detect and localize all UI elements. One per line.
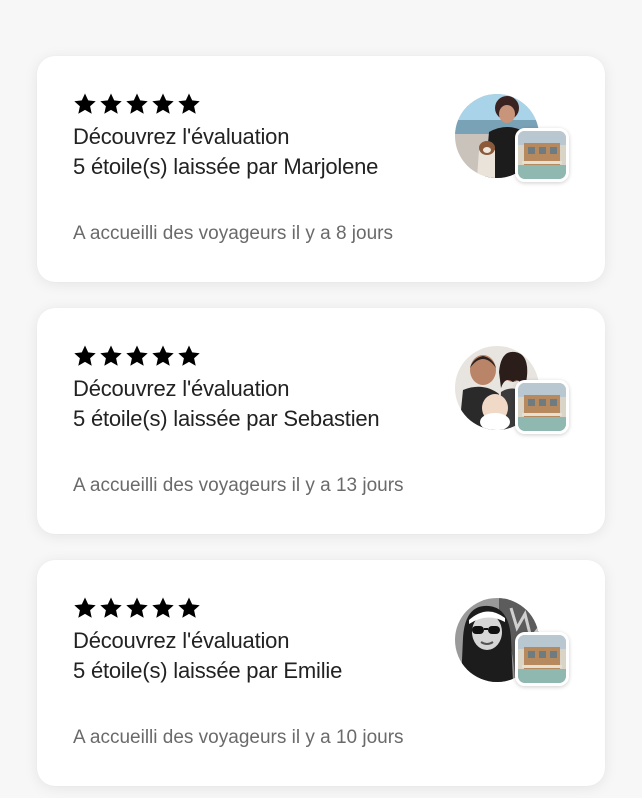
review-title: Découvrez l'évaluation 5 étoile(s) laiss… <box>73 626 433 686</box>
star-icon <box>74 345 96 366</box>
star-icon <box>126 597 148 618</box>
review-title-line1: Découvrez l'évaluation <box>73 124 290 149</box>
hosted-time-text: A accueilli des voyageurs il y a 10 jour… <box>73 727 404 748</box>
review-title: Découvrez l'évaluation 5 étoile(s) laiss… <box>73 374 433 434</box>
review-card[interactable]: Découvrez l'évaluation 5 étoile(s) laiss… <box>37 560 605 786</box>
review-title-line2: 5 étoile(s) laissée par Emilie <box>73 658 343 683</box>
review-title: Découvrez l'évaluation 5 étoile(s) laiss… <box>73 122 433 182</box>
review-thumbnails <box>455 346 571 436</box>
listing-thumbnail <box>515 128 569 182</box>
listing-thumbnail-icon <box>518 131 566 179</box>
star-icon <box>178 597 200 618</box>
star-icon <box>100 345 122 366</box>
listing-thumbnail <box>515 632 569 686</box>
review-thumbnails <box>455 94 571 184</box>
review-title-line2: 5 étoile(s) laissée par Marjolene <box>73 154 379 179</box>
listing-thumbnail-icon <box>518 635 566 683</box>
review-card[interactable]: Découvrez l'évaluation 5 étoile(s) laiss… <box>37 308 605 534</box>
star-rating <box>73 92 201 116</box>
star-icon <box>178 93 200 114</box>
star-icon <box>152 597 174 618</box>
star-icon <box>178 345 200 366</box>
star-icon <box>100 93 122 114</box>
star-icon <box>100 597 122 618</box>
review-thumbnails <box>455 598 571 688</box>
listing-thumbnail-icon <box>518 383 566 431</box>
listing-thumbnail <box>515 380 569 434</box>
hosted-time-text: A accueilli des voyageurs il y a 8 jours <box>73 223 393 244</box>
star-icon <box>152 93 174 114</box>
star-rating <box>73 344 201 368</box>
star-icon <box>126 345 148 366</box>
review-title-line1: Découvrez l'évaluation <box>73 376 290 401</box>
review-title-line1: Découvrez l'évaluation <box>73 628 290 653</box>
review-title-line2: 5 étoile(s) laissée par Sebastien <box>73 406 380 431</box>
star-rating <box>73 596 201 620</box>
review-card[interactable]: Découvrez l'évaluation 5 étoile(s) laiss… <box>37 56 605 282</box>
star-icon <box>74 597 96 618</box>
star-icon <box>74 93 96 114</box>
hosted-time-text: A accueilli des voyageurs il y a 13 jour… <box>73 475 404 496</box>
star-icon <box>126 93 148 114</box>
star-icon <box>152 345 174 366</box>
